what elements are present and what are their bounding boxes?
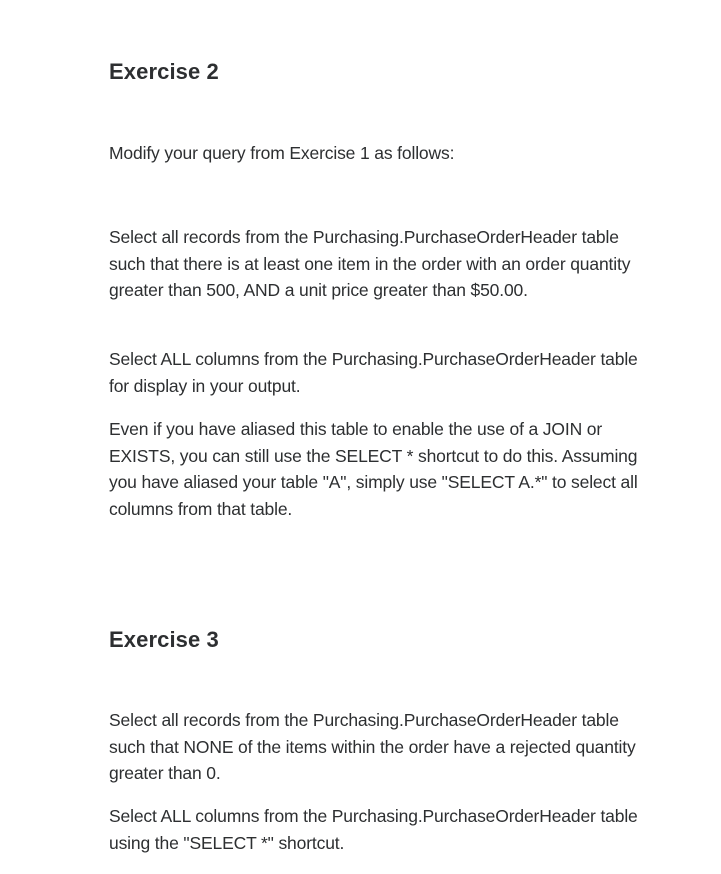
exercise-2-paragraph-2: Select ALL columns from the Purchasing.P… xyxy=(109,349,638,396)
exercise-3-paragraph-1: Select all records from the Purchasing.P… xyxy=(109,710,636,783)
exercise-2-paragraph-3: Even if you have aliased this table to e… xyxy=(109,419,638,519)
exercise-2-heading: Exercise 2 xyxy=(109,59,219,84)
exercise-2-paragraph-1: Select all records from the Purchasing.P… xyxy=(109,227,631,300)
exercise-3-heading: Exercise 3 xyxy=(109,627,219,652)
exercise-2-intro: Modify your query from Exercise 1 as fol… xyxy=(109,143,455,163)
exercise-3-paragraph-2: Select ALL columns from the Purchasing.P… xyxy=(109,806,638,853)
